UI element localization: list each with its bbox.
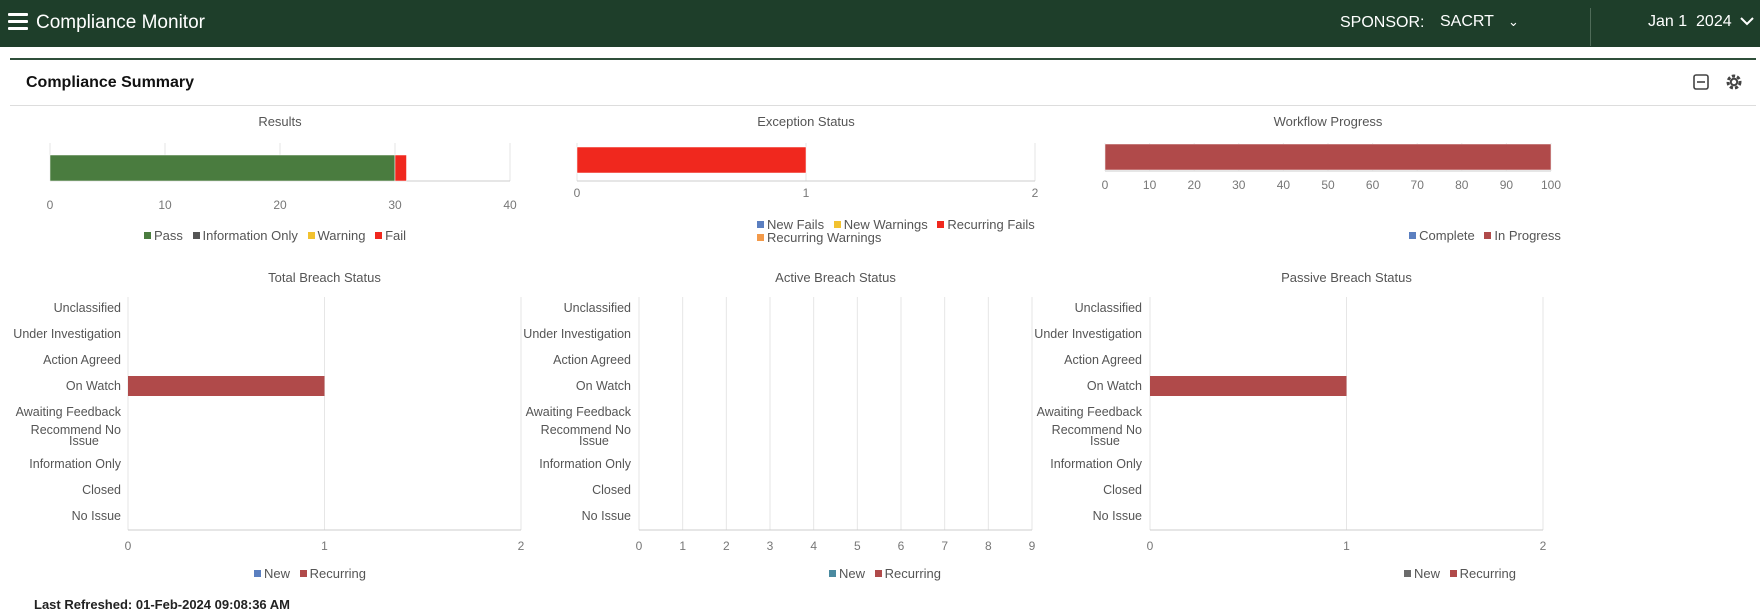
total-chart-title: Total Breach Status [268, 270, 381, 285]
passive-y-tick-label: No Issue [1093, 509, 1142, 523]
results-x-tick-label: 20 [273, 198, 287, 212]
results-chart-title: Results [258, 114, 302, 129]
active-x-tick-label: 9 [1029, 539, 1036, 553]
legend-item-complete[interactable]: Complete [1409, 229, 1475, 242]
active-x-tick-label: 0 [636, 539, 643, 553]
results-bar-pass [49, 154, 396, 182]
exception-legend: New Fails New Warnings Recurring Fails R… [754, 218, 1074, 244]
legend-item-warning[interactable]: Warning [307, 229, 365, 242]
total-breach-legend: New Recurring [160, 567, 460, 580]
active-x-tick-label: 7 [941, 539, 948, 553]
passive-y-tick-label: Closed [1103, 483, 1142, 497]
passive-y-tick-label: Under Investigation [1034, 327, 1142, 341]
passive-y-tick-label: Awaiting Feedback [1037, 405, 1143, 419]
active-chart-title: Active Breach Status [775, 270, 896, 285]
passive-x-tick-label: 2 [1540, 539, 1547, 553]
active-x-tick-label: 5 [854, 539, 861, 553]
active-x-tick-label: 8 [985, 539, 992, 553]
total-y-tick-label: Closed [82, 483, 121, 497]
active-y-tick-label: No Issue [582, 509, 631, 523]
workflow-x-tick-label: 70 [1411, 178, 1425, 192]
total-y-tick-label: Issue [69, 434, 99, 448]
total-y-tick-label: Unclassified [54, 301, 121, 315]
legend-item-pass[interactable]: Pass [143, 229, 183, 242]
legend-item-recurring[interactable]: Recurring [299, 567, 366, 580]
exception-x-tick-label: 1 [803, 186, 810, 200]
active-x-tick-label: 2 [723, 539, 730, 553]
results-x-tick-label: 40 [503, 198, 517, 212]
active-x-tick-label: 4 [810, 539, 817, 553]
passive-breach-legend: New Recurring [1310, 567, 1610, 580]
workflow-chart-title: Workflow Progress [1274, 114, 1383, 129]
total-x-tick-label: 2 [518, 539, 525, 553]
results-x-tick-label: 10 [158, 198, 172, 212]
passive-y-tick-label: On Watch [1087, 379, 1142, 393]
workflow-x-tick-label: 80 [1455, 178, 1469, 192]
passive-y-tick-label: Unclassified [1075, 301, 1142, 315]
workflow-x-tick-label: 30 [1232, 178, 1246, 192]
active-y-tick-label: Unclassified [564, 301, 631, 315]
total-x-tick-label: 0 [125, 539, 132, 553]
active-y-tick-label: Under Investigation [523, 327, 631, 341]
exception-bar-recurring-fails [576, 146, 807, 174]
workflow-x-tick-label: 50 [1321, 178, 1335, 192]
active-y-tick-label: On Watch [576, 379, 631, 393]
results-chart: Results0 10 20 30 40Exception Status0 1 2Workf… [13, 114, 1561, 553]
legend-item-new[interactable]: New [254, 567, 290, 580]
workflow-x-tick-label: 60 [1366, 178, 1380, 192]
legend-item-recurring[interactable]: Recurring [874, 567, 941, 580]
exception-chart-title: Exception Status [757, 114, 855, 129]
legend-item-fail[interactable]: Fail [375, 229, 406, 242]
total-x-tick-label: 1 [321, 539, 328, 553]
workflow-x-tick-label: 10 [1143, 178, 1157, 192]
workflow-bar-in-progress [1104, 143, 1552, 171]
passive-y-tick-label: Information Only [1050, 457, 1142, 471]
active-y-tick-label: Awaiting Feedback [526, 405, 632, 419]
total-y-tick-label: On Watch [66, 379, 121, 393]
total-y-tick-label: Information Only [29, 457, 121, 471]
active-y-tick-label: Action Agreed [553, 353, 631, 367]
passive-chart-title: Passive Breach Status [1281, 270, 1412, 285]
active-y-tick-label: Issue [579, 434, 609, 448]
results-legend: Pass Information Only Warning Fail [60, 229, 490, 242]
results-x-tick-label: 30 [388, 198, 402, 212]
total-y-tick-label: Awaiting Feedback [16, 405, 122, 419]
active-breach-legend: New Recurring [735, 567, 1035, 580]
legend-item-recurring-warnings[interactable]: Recurring Warnings [757, 231, 881, 244]
passive-y-tick-label: Action Agreed [1064, 353, 1142, 367]
active-x-tick-label: 3 [767, 539, 774, 553]
results-bar-fail [394, 154, 407, 182]
total-y-tick-label: Under Investigation [13, 327, 121, 341]
passive-bar-recurring [1150, 376, 1347, 396]
active-x-tick-label: 1 [679, 539, 686, 553]
workflow-legend: Complete In Progress [1335, 229, 1635, 242]
results-x-tick-label: 0 [47, 198, 54, 212]
workflow-x-tick-label: 40 [1277, 178, 1291, 192]
exception-x-tick-label: 0 [574, 186, 581, 200]
exception-x-tick-label: 2 [1032, 186, 1039, 200]
workflow-x-tick-label: 20 [1188, 178, 1202, 192]
total-y-tick-label: Action Agreed [43, 353, 121, 367]
workflow-x-tick-label: 90 [1500, 178, 1514, 192]
legend-item-recurring[interactable]: Recurring [1449, 567, 1516, 580]
legend-item-new[interactable]: New [829, 567, 865, 580]
active-y-tick-label: Information Only [539, 457, 631, 471]
legend-item-recurring-fails[interactable]: Recurring Fails [937, 218, 1035, 231]
last-refreshed: Last Refreshed: 01-Feb-2024 09:08:36 AM [34, 597, 291, 612]
passive-y-tick-label: Issue [1090, 434, 1120, 448]
active-y-tick-label: Closed [592, 483, 631, 497]
passive-x-tick-label: 1 [1343, 539, 1350, 553]
total-bar-recurring [128, 376, 325, 396]
passive-x-tick-label: 0 [1147, 539, 1154, 553]
legend-item-new[interactable]: New [1404, 567, 1440, 580]
workflow-x-tick-label: 0 [1102, 178, 1109, 192]
active-x-tick-label: 6 [898, 539, 905, 553]
total-y-tick-label: No Issue [72, 509, 121, 523]
workflow-x-tick-label: 100 [1541, 178, 1561, 192]
legend-item-in-progress[interactable]: In Progress [1484, 229, 1561, 242]
legend-item-information-only[interactable]: Information Only [192, 229, 298, 242]
